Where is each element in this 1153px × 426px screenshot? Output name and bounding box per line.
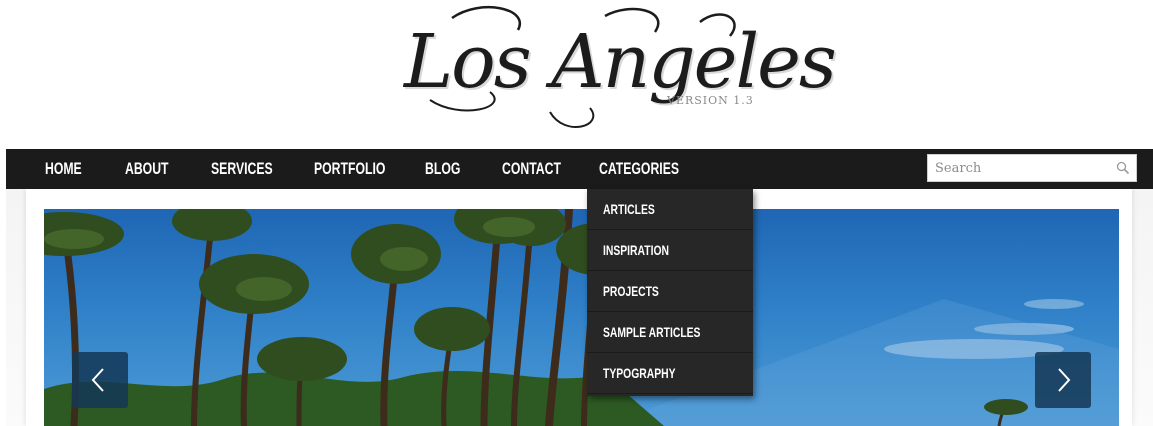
dropdown-item-label: ARTICLES bbox=[603, 201, 655, 217]
dropdown-item-sample-articles[interactable]: SAMPLE ARTICLES bbox=[587, 312, 753, 353]
nav-item-contact[interactable]: CONTACT bbox=[502, 149, 561, 189]
dropdown-item-label: TYPOGRAPHY bbox=[603, 365, 676, 381]
chevron-left-icon bbox=[91, 368, 104, 392]
dropdown-item-label: PROJECTS bbox=[603, 283, 659, 299]
dropdown-item-label: INSPIRATION bbox=[603, 242, 670, 258]
image-slider[interactable] bbox=[44, 209, 1119, 426]
dropdown-item-projects[interactable]: PROJECTS bbox=[587, 271, 753, 312]
search-input[interactable] bbox=[928, 155, 1108, 181]
search-box bbox=[927, 154, 1137, 182]
nav-item-categories[interactable]: CATEGORIES bbox=[599, 149, 679, 189]
categories-dropdown: ARTICLES INSPIRATION PROJECTS SAMPLE ART… bbox=[587, 189, 753, 396]
nav-item-portfolio[interactable]: PORTFOLIO bbox=[314, 149, 385, 189]
chevron-right-icon bbox=[1058, 368, 1071, 392]
slide-image bbox=[44, 209, 1119, 426]
logo-version: VERSION 1.3 bbox=[667, 94, 754, 107]
dropdown-item-inspiration[interactable]: INSPIRATION bbox=[587, 230, 753, 271]
main-navigation: HOME ABOUT SERVICES PORTFOLIO BLOG CONTA… bbox=[6, 149, 1153, 189]
dropdown-item-articles[interactable]: ARTICLES bbox=[587, 189, 753, 230]
dropdown-item-label: SAMPLE ARTICLES bbox=[603, 324, 701, 340]
nav-item-services[interactable]: SERVICES bbox=[211, 149, 273, 189]
site-logo[interactable]: Los Angeles VERSION 1.3 bbox=[400, 0, 837, 140]
slider-prev-button[interactable] bbox=[72, 352, 128, 408]
nav-item-home[interactable]: HOME bbox=[45, 149, 82, 189]
dropdown-item-typography[interactable]: TYPOGRAPHY bbox=[587, 353, 753, 394]
slider-next-button[interactable] bbox=[1035, 352, 1091, 408]
nav-item-blog[interactable]: BLOG bbox=[425, 149, 460, 189]
nav-item-about[interactable]: ABOUT bbox=[125, 149, 169, 189]
magnifier-icon[interactable] bbox=[1116, 161, 1130, 175]
